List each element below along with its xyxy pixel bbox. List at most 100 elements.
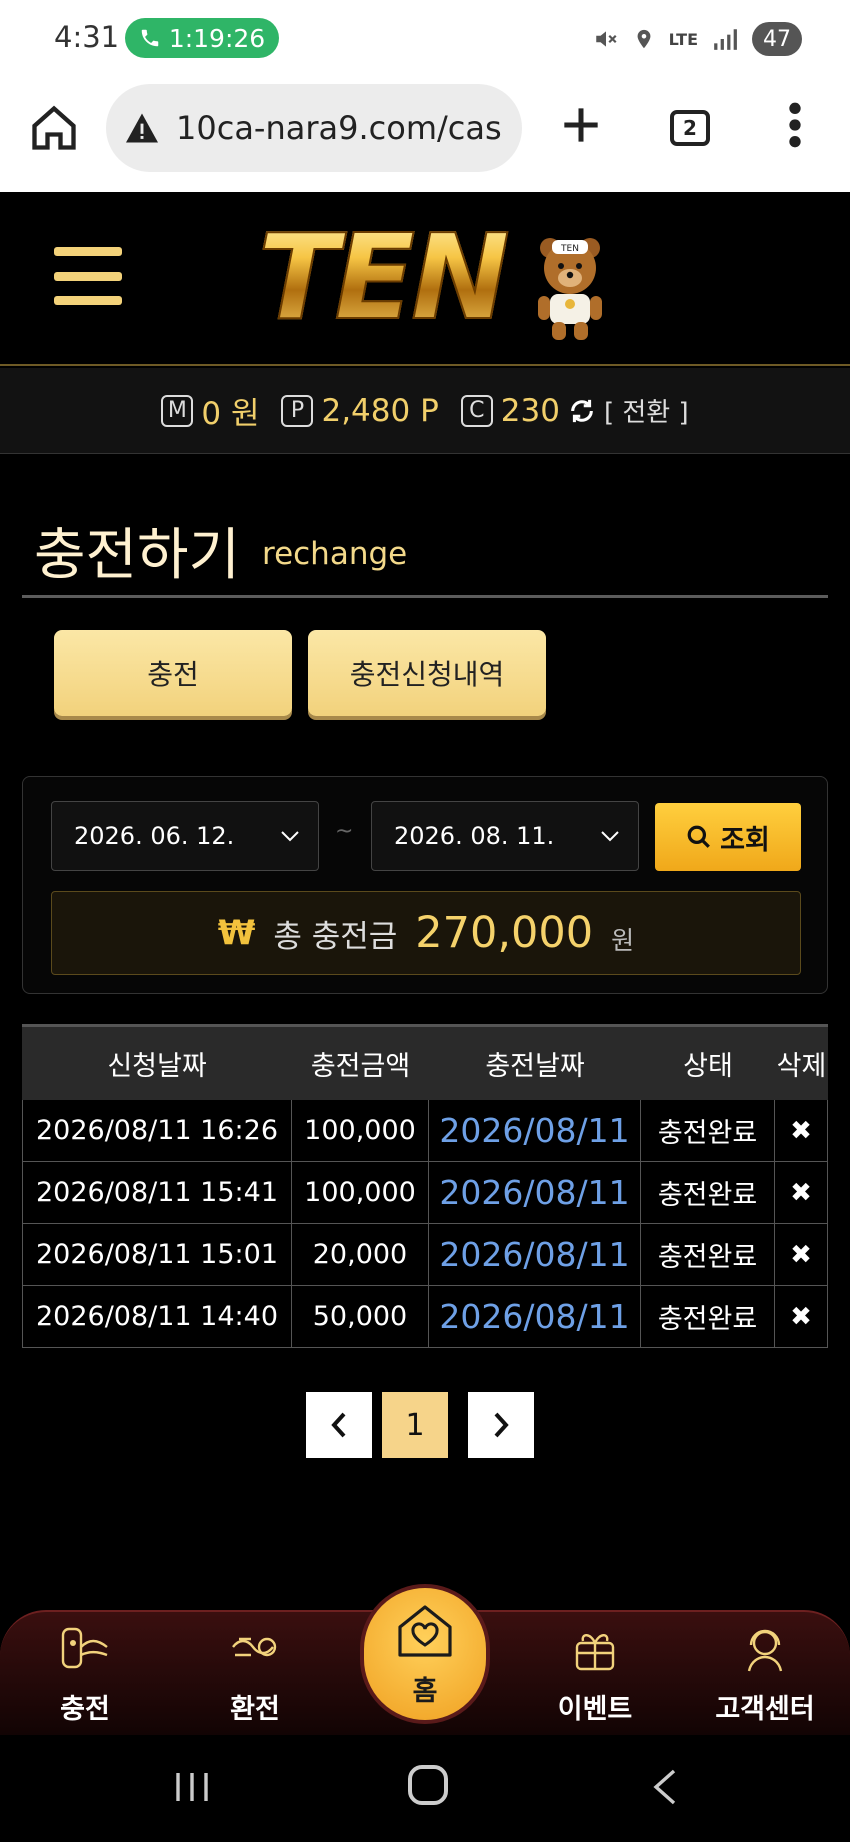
request-date-cell: 2026/08/11 15:41 <box>22 1162 292 1223</box>
gift-icon <box>575 1634 615 1671</box>
header-status: 상태 <box>683 1051 733 1082</box>
network-label: LTE <box>668 29 698 49</box>
android-navigation-bar <box>0 1735 850 1842</box>
nav-support-label: 고객센터 <box>715 1694 815 1725</box>
chevron-right-icon <box>494 1412 509 1438</box>
amount-cell: 100,000 <box>292 1162 429 1223</box>
site-header: TEN TEN <box>0 192 850 366</box>
status-time: 4:31 <box>54 20 120 54</box>
balance-bar: M 0 원 P 2,480 P C 230 [ 전환 ] <box>0 368 850 454</box>
table-header: 신청날짜 충전금액 충전날짜 상태 삭제 <box>22 1024 828 1100</box>
table-row: 2026/08/11 14:40 50,000 2026/08/11 충전완료 … <box>22 1286 828 1348</box>
tab-charge-history[interactable]: 충전신청내역 <box>308 630 546 716</box>
nav-home-label: 홈 <box>412 1675 438 1707</box>
hamburger-menu-icon[interactable] <box>54 247 122 305</box>
delete-icon[interactable]: ✖ <box>775 1162 828 1223</box>
end-date-select[interactable]: 2026. 08. 11. <box>371 801 639 871</box>
url-text[interactable]: 10ca-nara9.com/cas <box>176 109 502 147</box>
point-value: 2,480 P <box>321 392 439 429</box>
page-title-section: 충전하기 rechange <box>22 496 828 598</box>
delete-icon[interactable]: ✖ <box>775 1286 828 1347</box>
charge-icon <box>61 1627 108 1669</box>
browser-toolbar: 10ca-nara9.com/cas 2 <box>0 80 850 192</box>
warning-icon[interactable] <box>124 112 160 144</box>
chevron-down-icon <box>281 831 299 842</box>
refresh-icon[interactable] <box>568 397 596 425</box>
start-date-select[interactable]: 2026. 06. 12. <box>51 801 319 871</box>
chevron-down-icon <box>601 831 619 842</box>
coin-balance: C 230 [ 전환 ] <box>460 392 689 429</box>
page-subtitle: rechange <box>262 536 408 572</box>
amount-cell: 50,000 <box>292 1286 429 1347</box>
charge-history-table: 신청날짜 충전금액 충전날짜 상태 삭제 2026/08/11 16:26 10… <box>22 1024 828 1348</box>
status-cell: 충전완료 <box>641 1286 775 1347</box>
tab-charge[interactable]: 충전 <box>54 630 292 716</box>
location-icon <box>637 29 651 49</box>
point-balance: P 2,480 P <box>281 392 439 429</box>
money-badge-icon: M <box>161 394 194 427</box>
status-icons: LTE 47 <box>593 22 802 56</box>
won-icon: ₩ <box>217 913 256 953</box>
nav-charge[interactable]: 충전 <box>50 1612 120 1737</box>
coin-value: 230 <box>500 392 560 429</box>
delete-icon[interactable]: ✖ <box>775 1224 828 1285</box>
page-number-button[interactable]: 1 <box>382 1392 448 1458</box>
address-bar[interactable]: 10ca-nara9.com/cas <box>106 84 522 172</box>
request-date-cell: 2026/08/11 14:40 <box>22 1286 292 1347</box>
nav-exchange-label: 환전 <box>230 1694 280 1725</box>
delete-icon[interactable]: ✖ <box>775 1100 828 1161</box>
page-title: 충전하기 <box>34 523 241 588</box>
point-badge-icon: P <box>281 394 314 427</box>
bear-mascot-icon: TEN <box>538 238 602 340</box>
next-page-button[interactable] <box>468 1392 534 1458</box>
end-date-value: 2026. 08. 11. <box>394 822 555 850</box>
call-timer: 1:19:26 <box>168 23 266 53</box>
total-label: 총 충전금 <box>273 918 398 955</box>
logo-text: TEN <box>257 208 511 346</box>
nav-exchange[interactable]: 환전 <box>220 1612 290 1737</box>
new-tab-icon[interactable] <box>556 100 606 150</box>
nav-event[interactable]: 이벤트 <box>552 1612 638 1737</box>
nav-customer-center[interactable]: 고객센터 <box>710 1612 820 1737</box>
signal-icon <box>714 29 737 50</box>
table-row: 2026/08/11 16:26 100,000 2026/08/11 충전완료… <box>22 1100 828 1162</box>
site-logo[interactable]: TEN TEN <box>257 208 602 346</box>
status-cell: 충전완료 <box>641 1162 775 1223</box>
money-balance: M 0 원 <box>161 388 259 433</box>
tab-switcher-button[interactable]: 2 <box>670 110 710 146</box>
amount-cell: 100,000 <box>292 1100 429 1161</box>
charge-date-link[interactable]: 2026/08/11 <box>429 1100 641 1161</box>
table-row: 2026/08/11 15:01 20,000 2026/08/11 충전완료 … <box>22 1224 828 1286</box>
nav-event-label: 이벤트 <box>557 1694 633 1725</box>
search-label: 조회 <box>720 824 770 856</box>
request-date-cell: 2026/08/11 16:26 <box>22 1100 292 1161</box>
date-filter-panel: 2026. 06. 12. ~ 2026. 08. 11. 조회 ₩ 총 충전금… <box>22 776 828 994</box>
date-separator: ~ <box>335 819 354 844</box>
money-value: 0 원 <box>201 396 260 432</box>
home-heart-icon <box>398 1604 452 1657</box>
chevron-left-icon <box>331 1412 346 1438</box>
charge-date-link[interactable]: 2026/08/11 <box>429 1286 641 1347</box>
phone-icon <box>141 29 159 47</box>
charge-date-link[interactable]: 2026/08/11 <box>429 1162 641 1223</box>
status-bar: 4:31 1:19:26 LTE 47 <box>0 0 850 80</box>
recent-apps-icon[interactable] <box>172 1767 212 1807</box>
charge-date-link[interactable]: 2026/08/11 <box>429 1224 641 1285</box>
status-cell: 충전완료 <box>641 1224 775 1285</box>
back-icon[interactable] <box>650 1767 680 1807</box>
header-charge-date: 충전날짜 <box>485 1051 585 1082</box>
mute-icon <box>595 31 617 47</box>
exchange-icon <box>232 1637 277 1657</box>
coin-badge-icon: C <box>460 394 493 427</box>
start-date-value: 2026. 06. 12. <box>74 822 235 850</box>
status-cell: 충전완료 <box>641 1100 775 1161</box>
switch-button[interactable]: [ 전환 ] <box>604 392 689 429</box>
nav-home-button[interactable]: 홈 <box>360 1584 490 1724</box>
more-menu-icon[interactable] <box>780 100 810 150</box>
browser-home-icon[interactable] <box>28 102 80 154</box>
call-indicator[interactable]: 1:19:26 <box>125 18 279 58</box>
prev-page-button[interactable] <box>306 1392 372 1458</box>
android-home-icon[interactable] <box>408 1765 448 1805</box>
search-button[interactable]: 조회 <box>655 803 801 871</box>
request-date-cell: 2026/08/11 15:01 <box>22 1224 292 1285</box>
